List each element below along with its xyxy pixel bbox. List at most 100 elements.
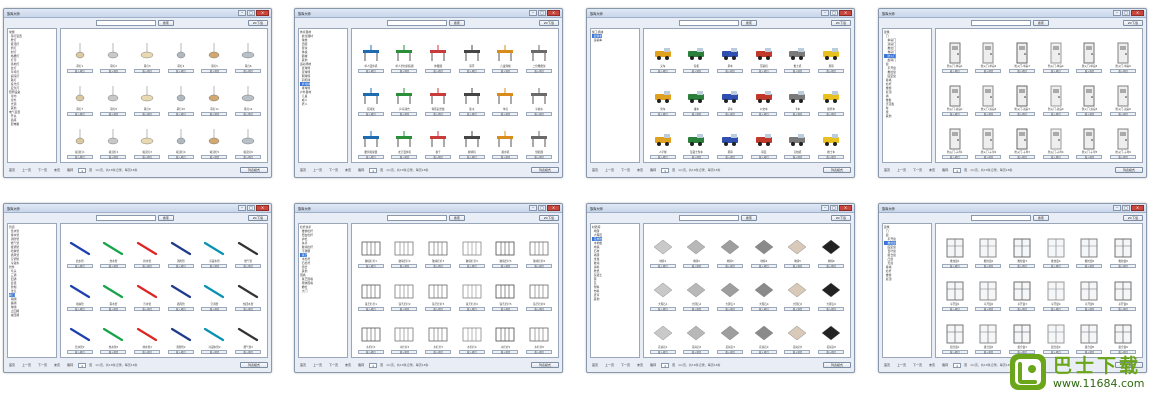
family-card[interactable]: 大理石5 载入项目 [782, 270, 814, 311]
family-card[interactable]: 铁艺栏杆2 载入项目 [389, 270, 421, 311]
family-card[interactable]: 花岗岩3 载入项目 [714, 313, 746, 354]
next-page-button[interactable]: 下一页 [36, 363, 49, 367]
load-into-project-button[interactable]: 载入项目 [201, 264, 228, 268]
family-thumbnail[interactable] [976, 279, 1000, 303]
family-thumbnail[interactable] [460, 127, 484, 151]
load-into-project-button[interactable]: 载入项目 [458, 350, 485, 354]
window-titlebar[interactable]: 族库大师 – □ × [4, 9, 271, 18]
family-thumbnail[interactable] [101, 127, 125, 151]
family-thumbnail[interactable] [1044, 41, 1068, 65]
load-into-project-button[interactable]: 载入项目 [941, 155, 968, 159]
family-card[interactable]: 平衡木 载入项目 [523, 75, 555, 116]
family-thumbnail[interactable] [169, 279, 193, 303]
family-card[interactable]: 推拉窗5 载入项目 [1074, 227, 1106, 268]
family-thumbnail[interactable] [819, 236, 843, 260]
family-thumbnail[interactable] [1077, 279, 1101, 303]
next-page-button[interactable]: 下一页 [36, 168, 49, 172]
family-thumbnail[interactable] [718, 127, 742, 151]
family-card[interactable]: 挖机 载入项目 [681, 32, 713, 73]
load-into-project-button[interactable]: 载入项目 [1009, 69, 1036, 73]
load-into-project-button[interactable]: 载入项目 [357, 155, 384, 159]
family-card[interactable]: 玻璃栏杆5 载入项目 [490, 227, 522, 268]
family-thumbnail[interactable] [135, 41, 159, 65]
close-icon[interactable]: × [256, 9, 269, 16]
load-into-project-button[interactable]: 载入项目 [100, 264, 127, 268]
last-page-button[interactable]: 末页 [343, 168, 353, 172]
load-into-project-button[interactable]: 载入项目 [1042, 155, 1069, 159]
family-card[interactable]: 吸顶灯1 载入项目 [64, 118, 96, 159]
load-into-project-button[interactable]: 载入项目 [526, 350, 553, 354]
family-card[interactable]: 喷淋管 载入项目 [64, 270, 96, 311]
download-button[interactable]: ZC下载 [830, 20, 851, 26]
family-card[interactable]: 推拉窗6 载入项目 [1107, 227, 1139, 268]
family-thumbnail[interactable] [1044, 236, 1068, 260]
family-thumbnail[interactable] [359, 84, 383, 108]
family-thumbnail[interactable] [1077, 41, 1101, 65]
family-thumbnail[interactable] [651, 279, 675, 303]
family-thumbnail[interactable] [651, 127, 675, 151]
minimize-icon[interactable]: – [529, 9, 537, 16]
tree-item[interactable]: 其他 [884, 114, 930, 118]
list-mode-button[interactable]: 列表模式 [531, 167, 559, 173]
family-card[interactable]: 防火门-子母2 载入项目 [973, 118, 1005, 159]
family-thumbnail[interactable] [169, 41, 193, 65]
load-into-project-button[interactable]: 载入项目 [941, 112, 968, 116]
family-thumbnail[interactable] [169, 127, 193, 151]
prev-page-button[interactable]: 上一页 [20, 168, 33, 172]
load-into-project-button[interactable]: 载入项目 [66, 264, 93, 268]
first-page-button[interactable]: 首页 [298, 168, 308, 172]
family-card[interactable]: 地砖3 载入项目 [714, 227, 746, 268]
family-thumbnail[interactable] [752, 279, 776, 303]
family-thumbnail[interactable] [1077, 322, 1101, 346]
load-into-project-button[interactable]: 载入项目 [717, 69, 744, 73]
page-input[interactable]: 1 [78, 362, 87, 368]
family-thumbnail[interactable] [785, 41, 809, 65]
family-thumbnail[interactable] [101, 41, 125, 65]
family-thumbnail[interactable] [202, 127, 226, 151]
family-card[interactable]: 吊灯6 载入项目 [232, 32, 264, 73]
load-into-project-button[interactable]: 载入项目 [391, 155, 418, 159]
family-card[interactable]: 地砖5 载入项目 [782, 227, 814, 268]
family-thumbnail[interactable] [752, 236, 776, 260]
search-button[interactable]: 搜索 [1032, 215, 1049, 221]
load-into-project-button[interactable]: 载入项目 [818, 307, 845, 311]
category-tree[interactable]: 管道 给水管 排水管 消防管 燃气管 暖通管 喷淋管 通风管 空调管 冷凝水 管件… [7, 223, 57, 358]
load-into-project-button[interactable]: 载入项目 [1042, 69, 1069, 73]
minimize-icon[interactable]: – [821, 204, 829, 211]
family-thumbnail[interactable] [101, 84, 125, 108]
family-card[interactable]: 公交车 载入项目 [748, 75, 780, 116]
family-card[interactable]: 太空漫步机 载入项目 [389, 118, 421, 159]
family-thumbnail[interactable] [527, 322, 551, 346]
family-thumbnail[interactable] [460, 236, 484, 260]
family-card[interactable]: 卡车 载入项目 [782, 75, 814, 116]
family-card[interactable]: 防火门-双扇4 载入项目 [1040, 75, 1072, 116]
family-thumbnail[interactable] [785, 279, 809, 303]
load-into-project-button[interactable]: 载入项目 [1110, 112, 1137, 116]
family-thumbnail[interactable] [202, 84, 226, 108]
family-card[interactable]: 仰卧起坐板 载入项目 [422, 75, 454, 116]
page-input[interactable]: 1 [661, 167, 670, 173]
family-card[interactable]: 单人坐拉训练器 载入项目 [389, 32, 421, 73]
family-thumbnail[interactable] [976, 84, 1000, 108]
family-card[interactable]: 防火门-双扇3 载入项目 [1006, 75, 1038, 116]
family-card[interactable]: 推拉窗1 载入项目 [939, 227, 971, 268]
family-thumbnail[interactable] [684, 279, 708, 303]
load-into-project-button[interactable]: 载入项目 [425, 350, 452, 354]
family-card[interactable]: 防火门-单扇1 载入项目 [939, 32, 971, 73]
load-into-project-button[interactable]: 载入项目 [649, 69, 676, 73]
load-into-project-button[interactable]: 载入项目 [1076, 307, 1103, 311]
close-icon[interactable]: × [839, 9, 852, 16]
load-into-project-button[interactable]: 载入项目 [683, 155, 710, 159]
family-card[interactable]: 木栏杆5 载入项目 [490, 313, 522, 354]
family-card[interactable]: 防火门-子母6 载入项目 [1107, 118, 1139, 159]
family-thumbnail[interactable] [976, 236, 1000, 260]
maximize-icon[interactable]: □ [538, 9, 546, 16]
family-thumbnail[interactable] [527, 41, 551, 65]
load-into-project-button[interactable]: 载入项目 [134, 307, 161, 311]
download-button[interactable]: ZC下载 [538, 215, 559, 221]
family-thumbnail[interactable] [493, 84, 517, 108]
category-tree[interactable]: 材质库 地砖 大理石 花岗岩 木地板 地毯 石材 墙砖 金属 玻璃 涂料 壁纸 … [590, 223, 640, 358]
family-thumbnail[interactable] [527, 84, 551, 108]
family-card[interactable]: 防火门-单扇5 载入项目 [1074, 32, 1106, 73]
family-card[interactable]: 消防管 载入项目 [165, 227, 197, 268]
